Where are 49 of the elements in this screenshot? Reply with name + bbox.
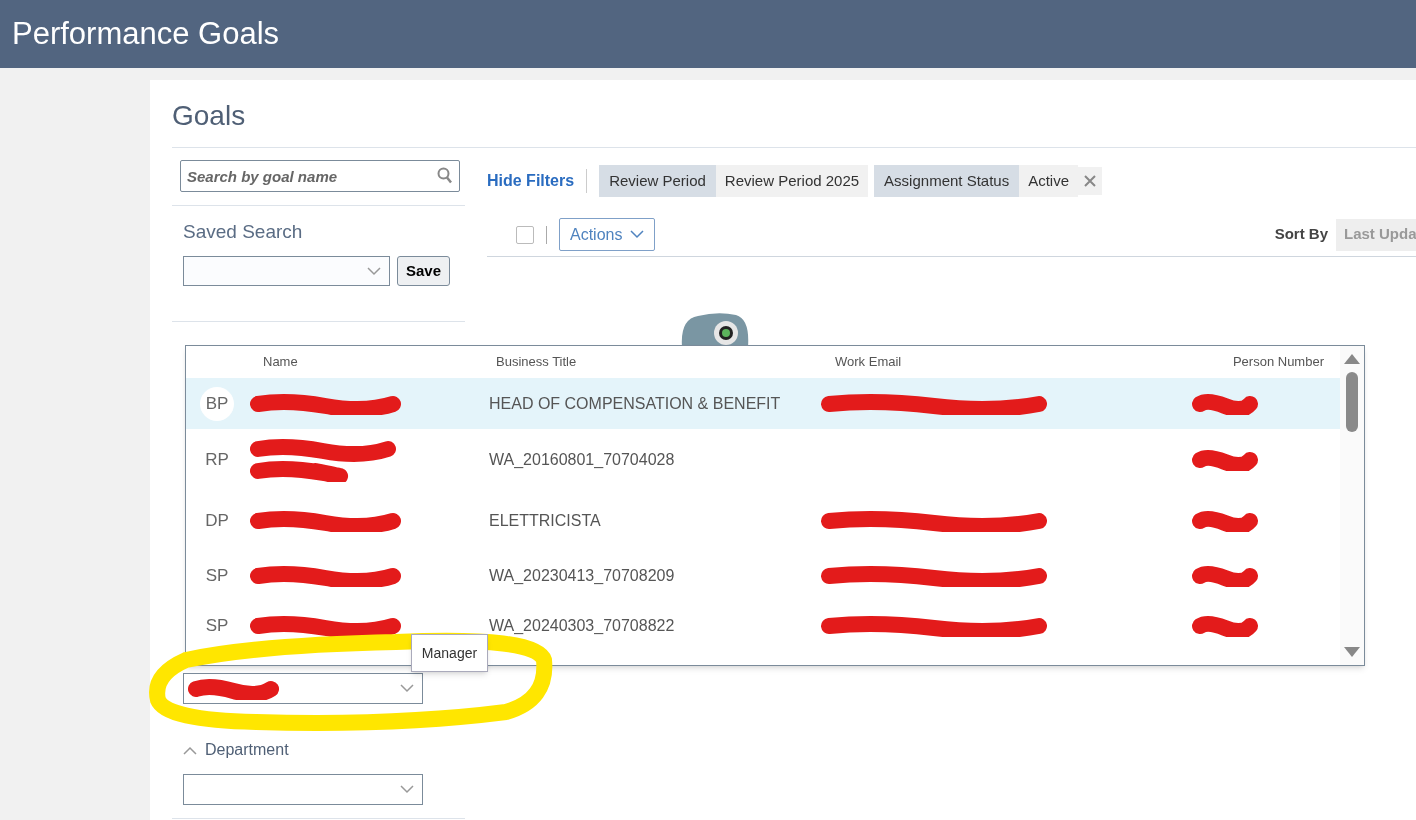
hide-filters-link[interactable]: Hide Filters [487, 169, 588, 193]
search-icon[interactable] [437, 167, 453, 184]
save-button[interactable]: Save [397, 256, 451, 286]
saved-search-dropdown[interactable] [183, 256, 390, 286]
business-title-cell-text: WA_20160801_70704028 [489, 450, 676, 470]
actions-button[interactable]: Actions [559, 218, 656, 251]
column-header: Name [262, 353, 299, 372]
page-header-title: Performance Goals [12, 14, 280, 53]
redaction-mark [1190, 565, 1260, 587]
goals-title: Goals [172, 99, 246, 133]
chevron-up-icon [183, 745, 197, 755]
redaction-mark [1190, 392, 1260, 415]
redaction-mark [1190, 615, 1260, 637]
column-header: Person Number [1232, 353, 1325, 372]
chevron-down-icon [400, 684, 414, 693]
column-header: Work Email [834, 353, 903, 372]
business-title-cell-text: WA_20240303_70708822 [489, 616, 676, 636]
filter-chip-name[interactable]: Review Period [599, 165, 716, 197]
scroll-up-icon[interactable] [1344, 354, 1360, 364]
sort-by-label: Sort By [1274, 224, 1328, 245]
filter-chip-value[interactable]: Review Period 2025 [715, 165, 869, 197]
close-icon[interactable] [1078, 167, 1103, 195]
department-dropdown[interactable] [183, 774, 423, 805]
scroll-down-icon[interactable] [1344, 647, 1360, 657]
business-title-cell-text: WA_20230413_70708209 [489, 566, 676, 586]
redaction-mark [1190, 449, 1260, 471]
chevron-down-icon [367, 266, 381, 276]
filter-chip-name[interactable]: Assignment Status [874, 165, 1020, 197]
initials-avatar: SP [204, 615, 230, 638]
manager-tooltip: Manager [411, 634, 488, 672]
business-title-cell-text: HEAD OF COMPENSATION & BENEFIT [489, 393, 782, 414]
business-title-cell-text: ELETTRICISTA [489, 511, 602, 531]
department-toggle[interactable]: Department [183, 738, 289, 762]
search-field[interactable]: Search by goal name [180, 160, 460, 192]
column-header: Business Title [495, 353, 578, 372]
select-all-checkbox[interactable] [516, 225, 534, 244]
redaction-mark [1190, 510, 1260, 532]
filter-chip-value[interactable]: Active [1019, 165, 1079, 197]
manager-dropdown[interactable] [183, 673, 423, 704]
scrollbar-thumb[interactable] [1346, 372, 1358, 432]
scrollbar[interactable] [1340, 346, 1364, 665]
saved-search-label: Saved Search [183, 220, 304, 240]
person-row[interactable]: BP HEAD OF COMPENSATION & BENEFIT [186, 378, 1340, 429]
initials-avatar: DP [204, 510, 230, 533]
initials-avatar: RP [204, 449, 230, 472]
initials-avatar: BP [200, 386, 234, 421]
chevron-down-icon [400, 785, 414, 794]
chevron-down-icon [630, 230, 645, 239]
initials-avatar: SP [204, 565, 230, 588]
